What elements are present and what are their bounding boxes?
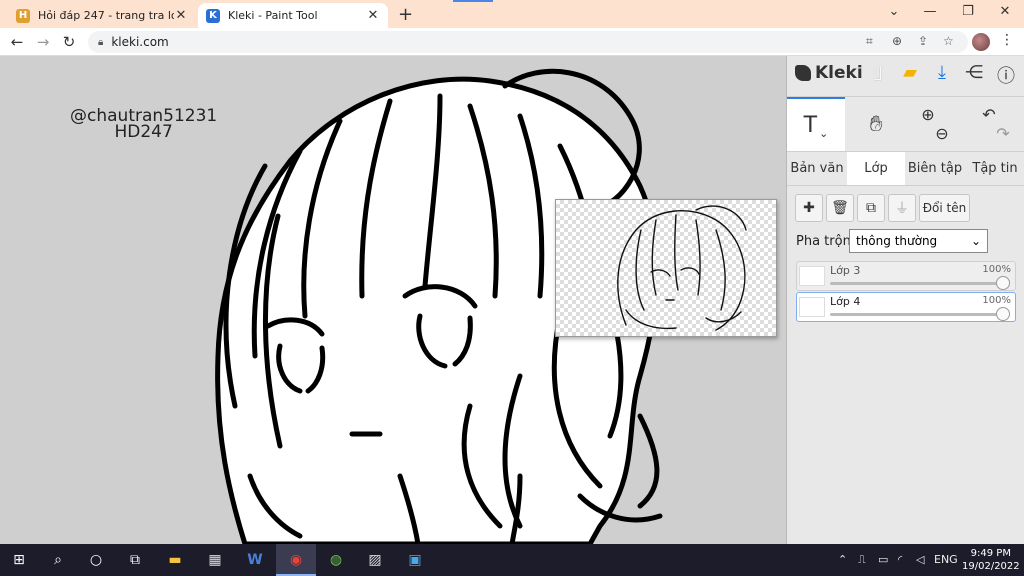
back-icon[interactable]: ← (7, 33, 27, 51)
duplicate-layer-icon[interactable]: ⧉ (857, 194, 885, 222)
layer-item[interactable]: Lớp 3 100% (796, 261, 1016, 291)
menu-kebab-icon[interactable]: ⋮ (1000, 32, 1014, 48)
text-tool-icon[interactable]: T ⌄ (787, 97, 845, 151)
layer-opacity: 100% (982, 295, 1011, 306)
close-window-icon[interactable]: ✕ (995, 4, 1015, 19)
layer-name: Lớp 3 (830, 264, 861, 277)
preview-drawing (617, 205, 747, 331)
restore-icon[interactable]: ❐ (958, 4, 978, 19)
tab-edit[interactable]: Biên tập (905, 152, 965, 185)
tab-title: Hỏi đáp 247 - trang tra loi (38, 9, 174, 22)
opacity-slider-handle[interactable] (996, 276, 1010, 290)
tab-file[interactable]: Tập tin (965, 152, 1024, 185)
translate-icon[interactable]: ⌗ (866, 34, 873, 49)
wifi-icon[interactable]: ◜ (898, 553, 902, 566)
delete-layer-icon[interactable]: 🗑︎ (826, 194, 854, 222)
profile-avatar[interactable] (972, 33, 990, 51)
download-icon[interactable]: ⤓ (931, 62, 953, 83)
battery-icon[interactable]: ▭ (878, 553, 888, 566)
canvas-preview[interactable] (555, 199, 777, 337)
zoom-icon[interactable]: ⊕ (892, 34, 902, 48)
hoidap-favicon-icon: H (16, 8, 30, 23)
url-text: kleki.com (111, 35, 169, 49)
file-explorer-icon[interactable]: ▬ (164, 549, 186, 571)
lock-icon: 🔒︎ (98, 36, 104, 48)
tab-hoidap[interactable]: H Hỏi đáp 247 - trang tra loi ✕ (8, 3, 196, 28)
tray-chevron-icon[interactable]: ⌃ (838, 553, 847, 566)
new-tab-icon[interactable]: + (398, 4, 413, 25)
chevron-down-icon[interactable]: ⌄ (884, 4, 904, 19)
close-tab-icon[interactable]: ✕ (366, 8, 380, 23)
forward-icon[interactable]: → (33, 33, 53, 51)
word-icon[interactable]: W (244, 549, 266, 571)
help-icon[interactable]: ⓘ (995, 62, 1017, 88)
redo-icon[interactable]: ↷ (996, 124, 1009, 143)
windows-start-icon[interactable]: ⊞ (8, 549, 30, 571)
watermark: @chautran51231 HD247 (70, 108, 217, 142)
taskbar: ⊞ ⌕ ○ ⧉ ▬ ▦ W ◉ ◍ ▨ ▣ ⌃ ⎍ ▭ ◜ ◁ ENG 9:49… (0, 544, 1024, 576)
chevron-down-icon: ⌄ (970, 234, 981, 248)
layer-opacity: 100% (982, 264, 1011, 275)
blend-mode-label: Pha trộn (796, 234, 851, 249)
language-indicator[interactable]: ENG (934, 553, 958, 566)
minimize-icon[interactable]: — (920, 4, 940, 19)
share-icon[interactable]: ⇪ (918, 34, 928, 48)
layer-thumbnail (799, 266, 825, 286)
layer-name: Lớp 4 (830, 295, 861, 308)
open-folder-icon[interactable]: ▰ (899, 62, 921, 83)
volume-icon[interactable]: ◁ (916, 553, 924, 566)
new-file-icon[interactable]: ▯ (867, 62, 889, 83)
tool-row: T ⌄ ✋︎ ⊕ ⊖ ↶ ↷ (787, 96, 1024, 152)
rename-layer-button[interactable]: Đổi tên (919, 194, 970, 222)
search-icon[interactable]: ⌕ (47, 549, 69, 571)
task-view-icon[interactable]: ⧉ (124, 549, 146, 571)
layer-item[interactable]: Lớp 4 100% (796, 292, 1016, 322)
green-app-icon[interactable]: ◍ (325, 549, 347, 571)
zoom-tool: ⊕ ⊖ (905, 97, 965, 151)
tab-title: Kleki - Paint Tool (228, 9, 318, 22)
undo-icon[interactable]: ↶ (982, 105, 995, 124)
share-icon[interactable]: ⋲ (963, 62, 985, 83)
merge-layer-icon[interactable]: ⏚ (888, 194, 916, 222)
photos-icon[interactable]: ▣ (404, 549, 426, 571)
tool-panel: Kleki ▯ ▰ ⤓ ⋲ ⓘ T ⌄ ✋︎ ⊕ ⊖ ↶ ↷ Bản văn Lớ… (786, 56, 1024, 544)
url-field[interactable]: 🔒︎ kleki.com (88, 31, 968, 53)
tab-indicator (453, 0, 493, 2)
close-tab-icon[interactable]: ✕ (174, 8, 188, 23)
watermark-site: HD247 (114, 122, 173, 142)
browser-tab-bar: H Hỏi đáp 247 - trang tra loi ✕ K Kleki … (0, 0, 1024, 28)
paint-app-icon[interactable]: ▨ (364, 549, 386, 571)
opacity-slider-handle[interactable] (996, 307, 1010, 321)
clock-time: 9:49 PM (970, 548, 1011, 559)
panel-tabs: Bản văn Lớp Biên tập Tập tin (787, 152, 1024, 186)
tray-app-icon[interactable]: ⎍ (858, 553, 866, 567)
add-layer-icon[interactable]: ✚ (795, 194, 823, 222)
opacity-slider[interactable] (830, 313, 1008, 316)
bookmark-star-icon[interactable]: ☆ (943, 34, 954, 48)
logo-text: Kleki (815, 63, 863, 83)
cortana-icon[interactable]: ○ (85, 549, 107, 571)
history-tool: ↶ ↷ (967, 97, 1024, 151)
clock[interactable]: 9:49 PM 19/02/2022 (962, 547, 1020, 573)
tab-kleki[interactable]: K Kleki - Paint Tool ✕ (198, 3, 388, 28)
drawing-canvas[interactable]: @chautran51231 HD247 (0, 56, 786, 544)
zoom-out-icon[interactable]: ⊖ (935, 124, 948, 143)
tab-text[interactable]: Bản văn (787, 152, 847, 185)
hand-tool-icon[interactable]: ✋︎ (847, 97, 905, 151)
opacity-slider[interactable] (830, 282, 1008, 285)
blend-mode-value: thông thường (856, 234, 938, 248)
blend-mode-select[interactable]: thông thường ⌄ (849, 229, 988, 253)
kleki-logo-icon (795, 65, 811, 81)
tab-layers[interactable]: Lớp (847, 152, 905, 185)
app-icon[interactable]: ▦ (204, 549, 226, 571)
clock-date: 19/02/2022 (962, 561, 1020, 572)
kleki-favicon-icon: K (206, 8, 220, 23)
kleki-logo: Kleki (795, 63, 863, 83)
zoom-in-icon[interactable]: ⊕ (921, 105, 934, 124)
reload-icon[interactable]: ↻ (59, 33, 79, 51)
chrome-icon[interactable]: ◉ (285, 549, 307, 571)
layer-thumbnail (799, 297, 825, 317)
